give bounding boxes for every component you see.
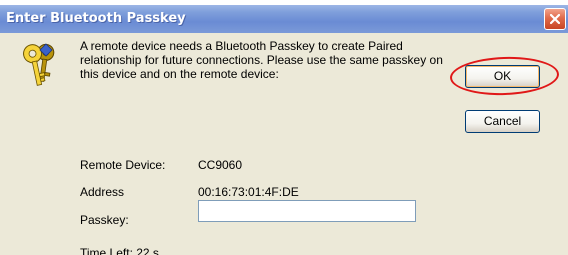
keys-icon (23, 43, 55, 86)
remote-device-value: CC9060 (198, 158, 243, 172)
address-value: 00:16:73:01:4F:DE (198, 185, 299, 199)
window-title: Enter Bluetooth Passkey (6, 11, 186, 26)
passkey-label: Passkey: (80, 213, 129, 227)
passkey-input[interactable] (198, 200, 416, 222)
bluetooth-passkey-dialog: Enter Bluetooth Passkey A remote device … (0, 5, 568, 255)
cancel-button[interactable]: Cancel (465, 110, 540, 133)
close-button[interactable] (544, 8, 566, 30)
ok-button[interactable]: OK (465, 65, 540, 88)
dialog-message: A remote device needs a Bluetooth Passke… (80, 39, 443, 81)
time-left-text: Time Left: 22 s (80, 246, 159, 255)
title-bar[interactable]: Enter Bluetooth Passkey (0, 5, 568, 33)
remote-device-label: Remote Device: (80, 158, 166, 172)
close-icon (550, 14, 560, 24)
address-label: Address (80, 185, 125, 199)
